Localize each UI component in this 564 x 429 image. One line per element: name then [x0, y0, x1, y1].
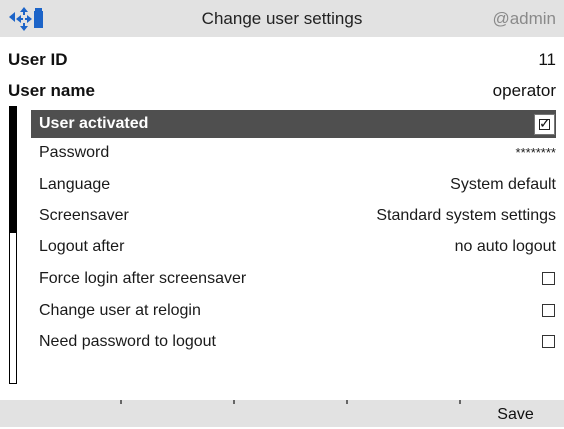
title-bar: Change user settings @admin [0, 0, 564, 37]
setting-logout-after[interactable]: Logout after no auto logout [31, 233, 556, 261]
password-value: ******** [515, 145, 556, 160]
setting-need-password[interactable]: Need password to logout [31, 328, 556, 356]
need-password-checkbox[interactable] [542, 335, 555, 348]
current-user-label: @admin [492, 9, 556, 28]
page-title: Change user settings [201, 9, 363, 28]
setting-label: Language [39, 176, 111, 193]
user-name-row: User name operator [8, 77, 556, 105]
setting-label: Change user at relogin [39, 302, 201, 319]
softkey-bar: Save [0, 400, 564, 427]
setting-label: Logout after [39, 238, 125, 255]
change-user-checkbox[interactable] [542, 304, 555, 317]
setting-language[interactable]: Language System default [31, 171, 556, 199]
setting-force-login[interactable]: Force login after screensaver [31, 265, 556, 293]
checkmark-icon: ✓ [539, 115, 551, 131]
screensaver-value: Standard system settings [376, 207, 556, 224]
setting-user-activated[interactable]: User activated ✓ [31, 110, 556, 138]
user-name-label: User name [8, 81, 95, 100]
setting-change-user[interactable]: Change user at relogin [31, 297, 556, 325]
softkey-3[interactable] [233, 400, 346, 427]
setting-label: Password [39, 144, 110, 161]
setting-label: Need password to logout [39, 333, 216, 350]
force-login-checkbox[interactable] [542, 272, 555, 285]
user-id-value: 11 [538, 50, 556, 69]
softkey-2[interactable] [120, 400, 233, 427]
save-button[interactable]: Save [459, 400, 564, 427]
user-id-row: User ID 11 [8, 46, 556, 74]
softkey-1[interactable] [6, 400, 119, 427]
user-name-value: operator [492, 81, 556, 100]
setting-label: Force login after screensaver [39, 270, 247, 287]
scrollbar-thumb[interactable] [10, 107, 16, 233]
softkey-4[interactable] [346, 400, 459, 427]
logout-after-value: no auto logout [454, 238, 556, 255]
language-value: System default [450, 176, 556, 193]
user-id-label: User ID [8, 50, 68, 69]
setting-password[interactable]: Password ******** [31, 139, 556, 167]
setting-screensaver[interactable]: Screensaver Standard system settings [31, 202, 556, 230]
user-activated-checkbox[interactable]: ✓ [534, 114, 555, 135]
scrollbar[interactable] [9, 106, 17, 384]
setting-label: User activated [39, 115, 149, 132]
setting-label: Screensaver [39, 207, 129, 224]
